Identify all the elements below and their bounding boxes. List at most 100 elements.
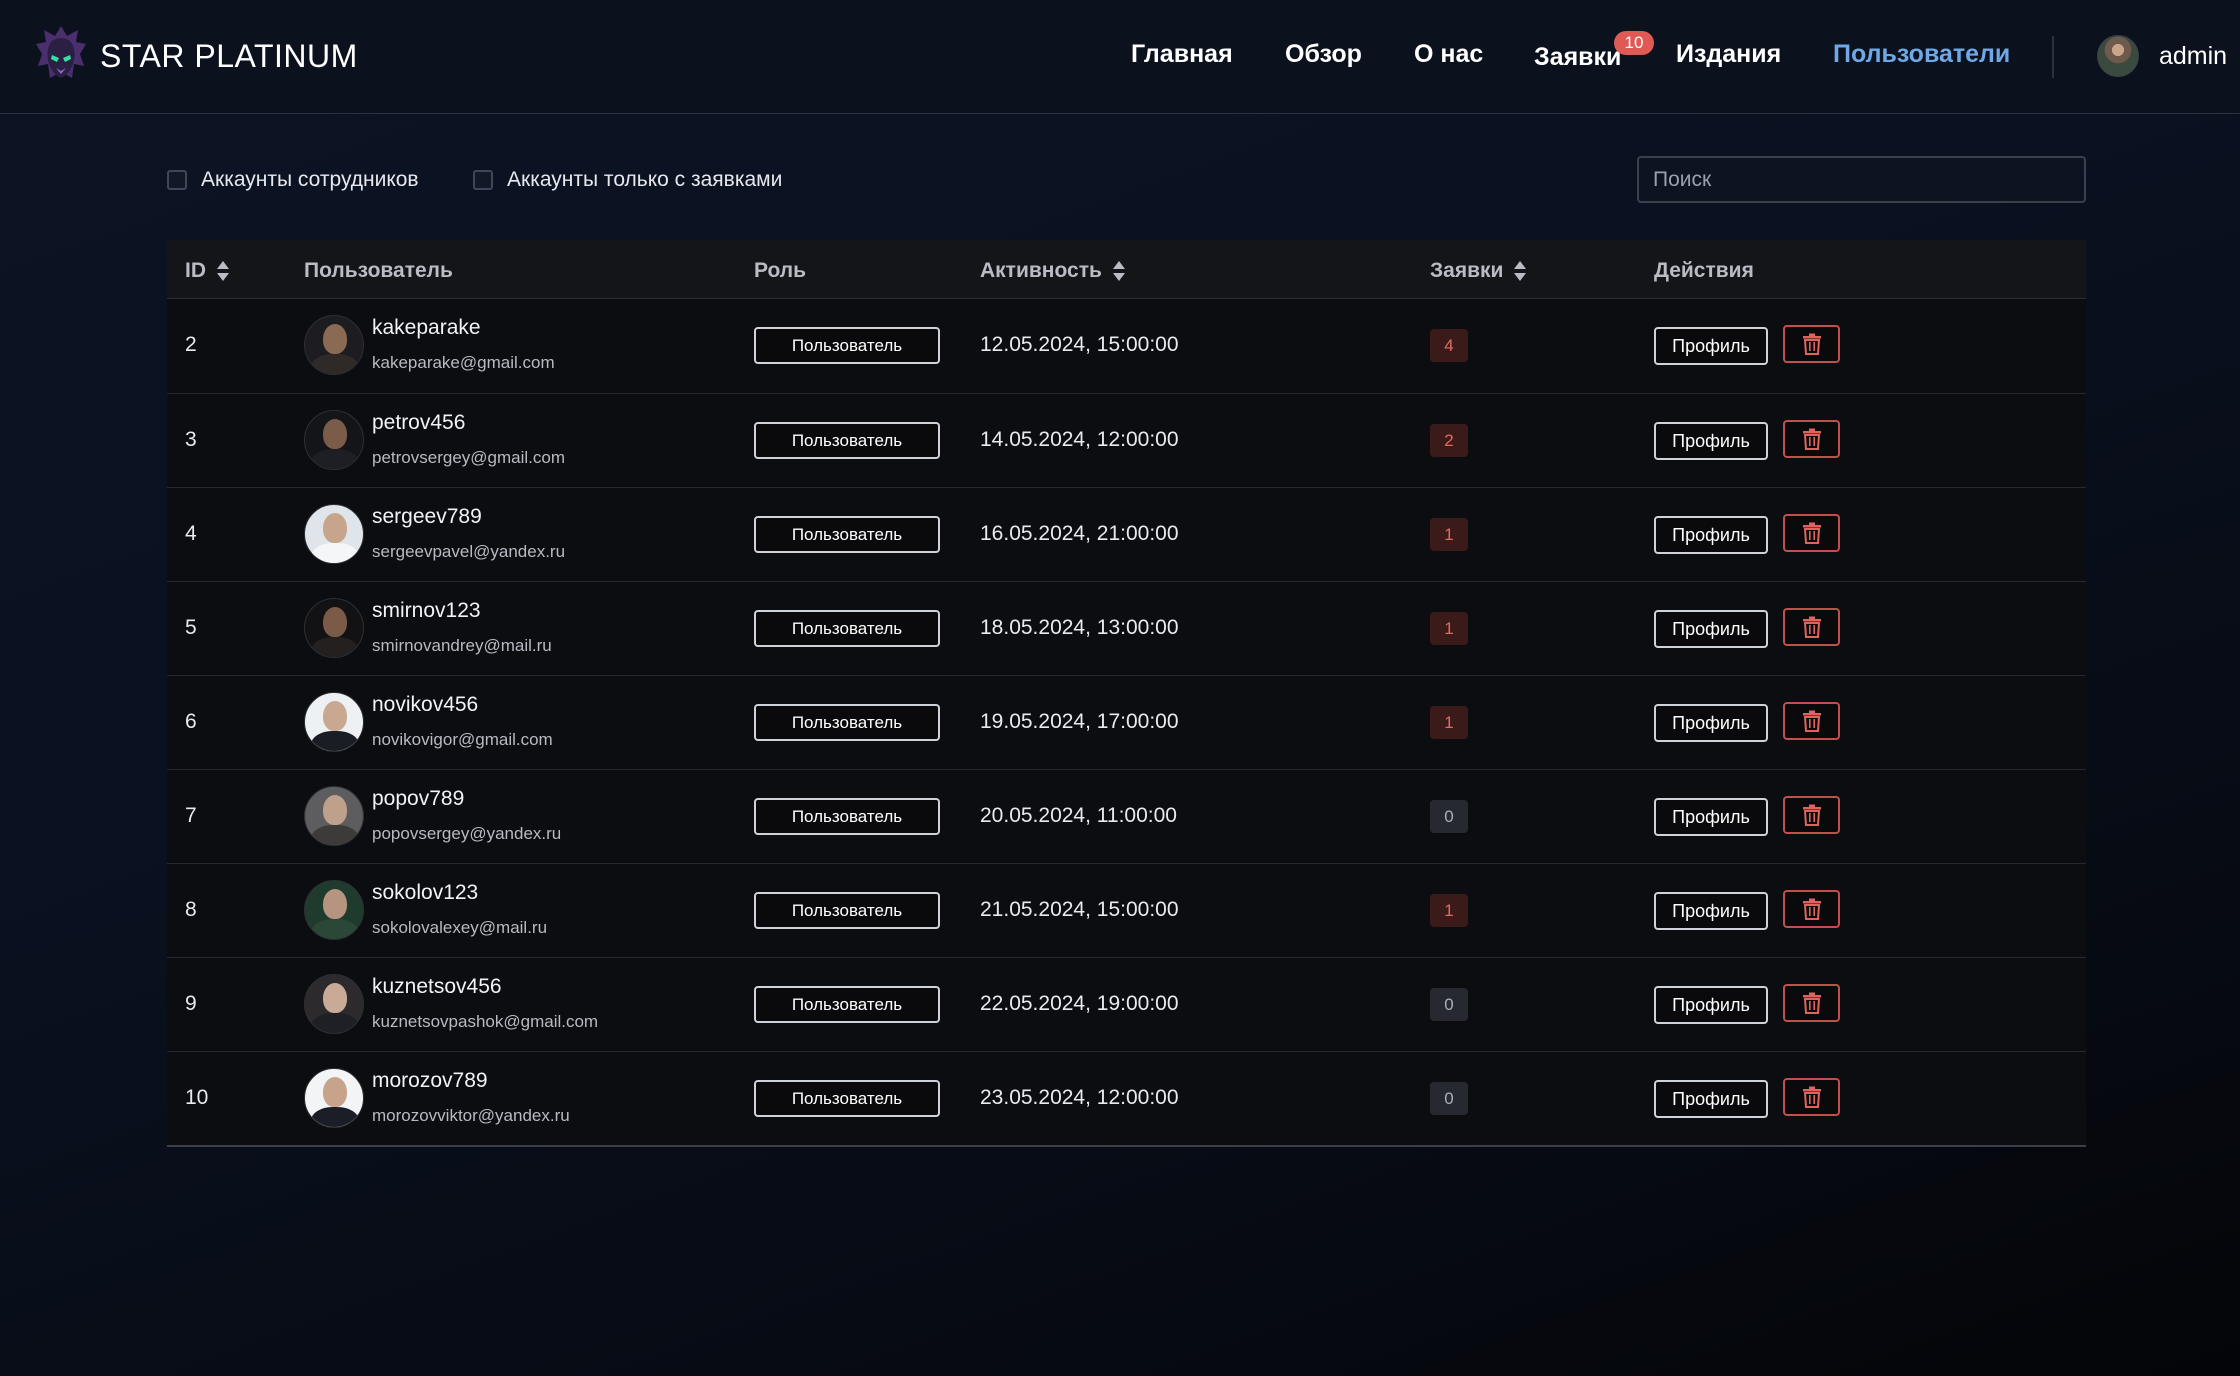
admin-username[interactable]: admin: [2159, 42, 2227, 71]
profile-button[interactable]: Профиль: [1654, 610, 1768, 648]
requests-count-badge: 1: [1430, 518, 1468, 551]
profile-button[interactable]: Профиль: [1654, 798, 1768, 836]
nav-about[interactable]: О нас: [1414, 40, 1483, 69]
profile-button[interactable]: Профиль: [1654, 422, 1768, 460]
user-username[interactable]: petrov456: [372, 411, 465, 435]
delete-button[interactable]: [1783, 325, 1840, 363]
user-username[interactable]: kakeparake: [372, 316, 481, 340]
requests-count-badge: 2: [1430, 424, 1468, 457]
nav-overview[interactable]: Обзор: [1285, 40, 1362, 69]
requests-count-badge: 10: [1614, 31, 1654, 55]
user-avatar: [304, 786, 364, 846]
column-role: Роль: [754, 259, 806, 283]
user-username[interactable]: novikov456: [372, 693, 478, 717]
delete-button[interactable]: [1783, 890, 1840, 928]
delete-button[interactable]: [1783, 984, 1840, 1022]
user-username[interactable]: kuznetsov456: [372, 975, 502, 999]
profile-button[interactable]: Профиль: [1654, 704, 1768, 742]
user-id: 2: [185, 333, 197, 356]
profile-button[interactable]: Профиль: [1654, 1080, 1768, 1118]
role-button[interactable]: Пользователь: [754, 986, 940, 1023]
delete-button[interactable]: [1783, 796, 1840, 834]
user-id: 3: [185, 428, 197, 451]
delete-button[interactable]: [1783, 702, 1840, 740]
role-button[interactable]: Пользователь: [754, 892, 940, 929]
staff-accounts-label: Аккаунты сотрудников: [201, 168, 419, 191]
delete-button[interactable]: [1783, 608, 1840, 646]
user-id: 6: [185, 710, 197, 733]
trash-icon: [1802, 1086, 1821, 1108]
profile-button[interactable]: Профиль: [1654, 327, 1768, 365]
column-requests[interactable]: Заявки: [1430, 259, 1527, 283]
role-button[interactable]: Пользователь: [754, 327, 940, 364]
delete-button[interactable]: [1783, 420, 1840, 458]
table-row: 8 sokolov123 sokolovalexey@mail.ru Польз…: [167, 863, 2086, 957]
search-input[interactable]: [1637, 156, 2086, 203]
trash-icon: [1802, 992, 1821, 1014]
user-avatar: [304, 598, 364, 658]
sort-icon[interactable]: [216, 260, 230, 282]
filter-with-requests[interactable]: Аккаунты только с заявками: [473, 168, 782, 192]
user-activity: 18.05.2024, 13:00:00: [980, 616, 1179, 639]
user-activity: 14.05.2024, 12:00:00: [980, 428, 1179, 451]
sort-icon[interactable]: [1112, 260, 1126, 282]
requests-count-badge: 0: [1430, 1082, 1468, 1115]
role-button[interactable]: Пользователь: [754, 1080, 940, 1117]
profile-button[interactable]: Профиль: [1654, 986, 1768, 1024]
column-activity[interactable]: Активность: [980, 259, 1126, 283]
trash-icon: [1802, 710, 1821, 732]
column-user: Пользователь: [304, 259, 453, 283]
admin-avatar[interactable]: [2097, 35, 2139, 77]
user-username[interactable]: popov789: [372, 787, 464, 811]
user-avatar: [304, 692, 364, 752]
nav-publications[interactable]: Издания: [1676, 40, 1781, 69]
user-email: kakeparake@gmail.com: [372, 353, 555, 372]
top-navbar: STAR PLATINUM Главная Обзор О нас Заявки…: [0, 0, 2240, 114]
requests-count-badge: 0: [1430, 800, 1468, 833]
sort-icon[interactable]: [1513, 260, 1527, 282]
user-id: 7: [185, 804, 197, 827]
profile-button[interactable]: Профиль: [1654, 516, 1768, 554]
filter-staff-accounts[interactable]: Аккаунты сотрудников: [167, 168, 419, 192]
delete-button[interactable]: [1783, 514, 1840, 552]
user-username[interactable]: smirnov123: [372, 599, 481, 623]
user-id: 8: [185, 898, 197, 921]
user-email: petrovsergey@gmail.com: [372, 448, 565, 467]
column-id[interactable]: ID: [185, 259, 230, 283]
user-avatar: [304, 504, 364, 564]
nav-home[interactable]: Главная: [1131, 40, 1233, 69]
nav-users[interactable]: Пользователи: [1833, 40, 2010, 69]
table-row: 3 petrov456 petrovsergey@gmail.com Польз…: [167, 393, 2086, 487]
staff-accounts-checkbox[interactable]: [167, 170, 187, 190]
user-email: morozovviktor@yandex.ru: [372, 1106, 570, 1125]
role-button[interactable]: Пользователь: [754, 516, 940, 553]
trash-icon: [1802, 616, 1821, 638]
users-table: ID Пользователь Роль Активность Заявки Д…: [167, 240, 2086, 1147]
nav-requests[interactable]: Заявки: [1534, 43, 1621, 72]
requests-count-badge: 1: [1430, 612, 1468, 645]
trash-icon: [1802, 898, 1821, 920]
star-platinum-logo[interactable]: [34, 22, 88, 88]
with-requests-checkbox[interactable]: [473, 170, 493, 190]
role-button[interactable]: Пользователь: [754, 798, 940, 835]
with-requests-label: Аккаунты только с заявками: [507, 168, 783, 191]
user-username[interactable]: morozov789: [372, 1069, 488, 1093]
column-actions: Действия: [1654, 259, 1754, 283]
table-row: 5 smirnov123 smirnovandrey@mail.ru Польз…: [167, 581, 2086, 675]
user-avatar: [304, 410, 364, 470]
user-id: 10: [185, 1086, 209, 1109]
column-user-label: Пользователь: [304, 259, 453, 282]
brand-name[interactable]: STAR PLATINUM: [100, 38, 358, 75]
role-button[interactable]: Пользователь: [754, 704, 940, 741]
column-role-label: Роль: [754, 259, 807, 282]
column-requests-label: Заявки: [1430, 259, 1504, 282]
table-body: 2 kakeparake kakeparake@gmail.com Пользо…: [167, 299, 2086, 1145]
user-username[interactable]: sergeev789: [372, 505, 482, 529]
user-username[interactable]: sokolov123: [372, 881, 478, 905]
profile-button[interactable]: Профиль: [1654, 892, 1768, 930]
column-actions-label: Действия: [1654, 259, 1754, 282]
delete-button[interactable]: [1783, 1078, 1840, 1116]
role-button[interactable]: Пользователь: [754, 610, 940, 647]
role-button[interactable]: Пользователь: [754, 422, 940, 459]
trash-icon: [1802, 428, 1821, 450]
